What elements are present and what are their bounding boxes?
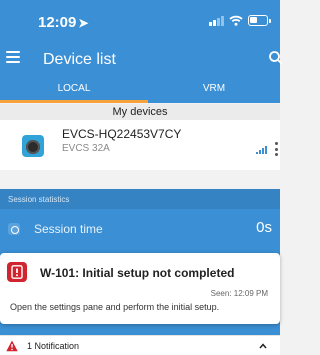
notification-toast[interactable]: W-101: Initial setup not completed Seen:… xyxy=(0,253,280,324)
page-title: Device list xyxy=(43,51,116,68)
toast-seen-time: Seen: 12:09 PM xyxy=(210,289,268,298)
status-icons xyxy=(209,15,271,26)
device-model: EVCS 32A xyxy=(62,143,110,154)
device-name: EVCS-HQ22453V7CY xyxy=(62,127,182,141)
more-options-icon[interactable] xyxy=(274,142,278,156)
battery-icon xyxy=(248,15,271,26)
tab-vrm-label: VRM xyxy=(202,83,226,94)
tab-bar: LOCAL VRM xyxy=(0,74,280,103)
status-time: 12:09 ➤ xyxy=(38,14,88,31)
session-time-value: 0s xyxy=(256,219,272,236)
search-icon[interactable] xyxy=(268,50,284,66)
stats-header: Session statistics xyxy=(0,189,280,209)
chevron-up-icon[interactable] xyxy=(259,342,267,350)
signal-strength-icon xyxy=(256,146,267,154)
notification-count: 1 Notification xyxy=(27,341,80,351)
tab-local[interactable]: LOCAL xyxy=(0,74,148,103)
toast-message: Open the settings pane and perform the i… xyxy=(10,302,220,312)
clock-icon xyxy=(8,223,20,235)
warning-document-icon xyxy=(7,262,27,282)
cellular-signal-icon xyxy=(209,15,224,26)
toast-title: W-101: Initial setup not completed xyxy=(40,266,235,280)
wifi-icon xyxy=(229,15,243,26)
warning-triangle-icon xyxy=(6,340,18,352)
status-time-text: 12:09 xyxy=(38,14,77,31)
menu-icon[interactable] xyxy=(6,51,20,63)
status-bar: 12:09 ➤ xyxy=(0,0,280,44)
app-bar: Device list xyxy=(0,44,283,74)
device-row[interactable]: EVCS-HQ22453V7CY EVCS 32A xyxy=(0,120,280,170)
section-title: My devices xyxy=(112,106,168,118)
notification-bar[interactable]: 1 Notification xyxy=(0,335,280,355)
tab-local-label: LOCAL xyxy=(57,83,91,94)
section-header: My devices xyxy=(0,104,280,120)
location-arrow-icon: ➤ xyxy=(78,16,89,30)
charging-station-icon xyxy=(22,135,44,157)
tab-indicator xyxy=(0,100,148,103)
session-time-label: Session time xyxy=(34,222,103,236)
tab-vrm[interactable]: VRM xyxy=(148,74,280,103)
